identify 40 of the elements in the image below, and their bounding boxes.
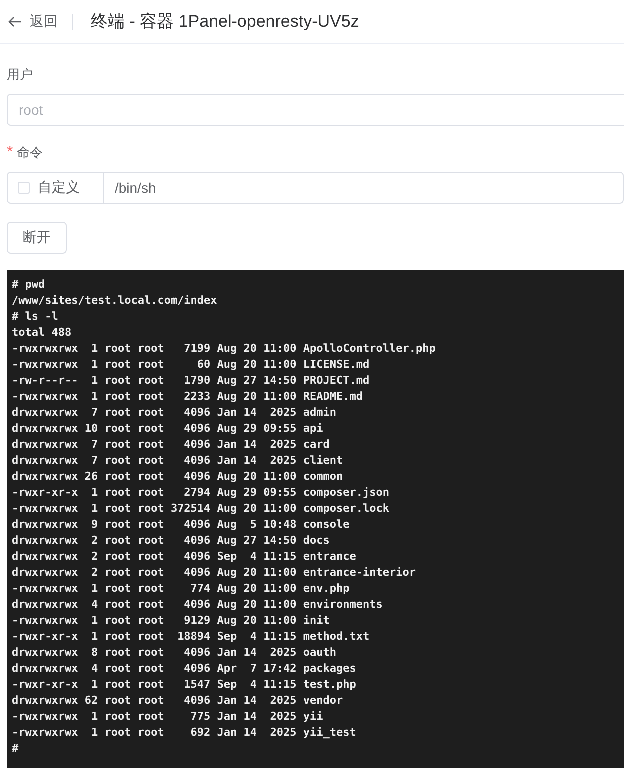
terminal-line: total 488 (12, 325, 72, 341)
disconnect-button[interactable]: 断开 (7, 222, 67, 254)
terminal-line: drwxrwxrwx 2 root root 4096 Aug 20 11:00 entrance-interior (12, 565, 416, 581)
back-arrow-icon (8, 14, 22, 28)
terminal-line: -rwxrwxrwx 1 root root 60 Aug 20 11:00 LICENSE.md (12, 357, 370, 373)
command-field[interactable]: /bin/sh (104, 172, 624, 204)
terminal-line: -rw-r--r-- 1 root root 1790 Aug 27 14:50 PROJECT.md (12, 373, 370, 389)
user-field[interactable]: root (7, 94, 624, 126)
terminal-line: drwxrwxrwx 7 root root 4096 Jan 14 2025 client (12, 453, 344, 469)
field-label: 用户 (7, 66, 34, 84)
terminal-line: -rwxrwxrwx 1 root root 9129 Aug 20 11:00 init (12, 613, 330, 629)
terminal-line: # pwd (12, 277, 46, 293)
terminal-line: # (12, 741, 19, 757)
terminal-line: drwxrwxrwx 8 root root 4096 Jan 14 2025 oauth (12, 645, 337, 661)
custom-checkbox[interactable]: 自定义 (7, 172, 104, 204)
terminal-line: -rwxrwxrwx 1 root root 7199 Aug 20 11:00 ApolloController.php (12, 341, 436, 357)
terminal-line: drwxrwxrwx 4 root root 4096 Aug 20 11:00 environments (12, 597, 383, 613)
terminal-line: -rwxrwxrwx 1 root root 2233 Aug 20 11:00 README.md (12, 389, 363, 405)
back-button[interactable]: 返回 (8, 12, 58, 30)
terminal-line: drwxrwxrwx 26 root root 4096 Aug 20 11:00 common (12, 469, 344, 485)
terminal-line: drwxrwxrwx 4 root root 4096 Apr 7 17:42 packages (12, 661, 356, 677)
terminal-line: -rwxr-xr-x 1 root root 2794 Aug 29 09:55 composer.json (12, 485, 390, 501)
field-label: 命令 (17, 144, 44, 162)
terminal-line: # ls -l (12, 309, 58, 325)
terminal-line: -rwxrwxrwx 1 root root 775 Jan 14 2025 yii (12, 709, 324, 725)
terminal-line: drwxrwxrwx 2 root root 4096 Aug 27 14:50 docs (12, 533, 330, 549)
terminal-line: drwxrwxrwx 62 root root 4096 Jan 14 2025 vendor (12, 693, 344, 709)
terminal-line: drwxrwxrwx 10 root root 4096 Aug 29 09:55 api (12, 421, 324, 437)
terminal-line: drwxrwxrwx 9 root root 4096 Aug 5 10:48 console (12, 517, 350, 533)
terminal-line: /www/sites/test.local.com/index (12, 293, 218, 309)
terminal-line: -rwxrwxrwx 1 root root 372514 Aug 20 11:00 composer.lock (12, 501, 390, 517)
terminal-line: drwxrwxrwx 7 root root 4096 Jan 14 2025 admin (12, 405, 337, 421)
terminal-line: drwxrwxrwx 2 root root 4096 Sep 4 11:15 entrance (12, 549, 356, 565)
required-mark: * (7, 144, 14, 162)
terminal-line: -rwxr-xr-x 1 root root 18894 Sep 4 11:15 method.txt (12, 629, 370, 645)
terminal-line: -rwxr-xr-x 1 root root 1547 Sep 4 11:15 test.php (12, 677, 356, 693)
terminal-line: -rwxrwxrwx 1 root root 692 Jan 14 2025 yii_test (12, 725, 356, 741)
terminal-line: -rwxrwxrwx 1 root root 774 Aug 20 11:00 env.php (12, 581, 350, 597)
terminal-line: drwxrwxrwx 7 root root 4096 Jan 14 2025 card (12, 437, 330, 453)
page-title: 终端 - 容器 1Panel-openresty-UV5z (91, 11, 360, 33)
